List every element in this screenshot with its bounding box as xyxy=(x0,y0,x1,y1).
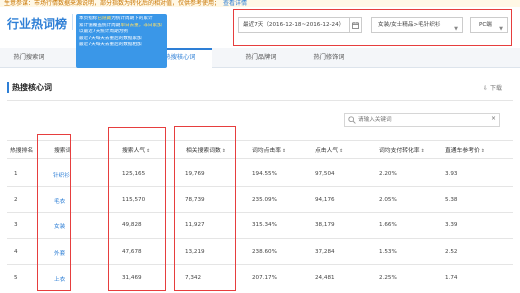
cell-price: 1.74 xyxy=(445,275,458,281)
section-divider xyxy=(7,100,513,101)
cell-rank: 5 xyxy=(14,275,18,281)
tooltip-line: 最近7天每天去重后的数据相加 xyxy=(79,42,142,47)
cell-rank: 3 xyxy=(14,222,18,228)
cell-conversion: 2.05% xyxy=(379,197,397,203)
col-header-conversion[interactable]: 词均支付转化率⇕ xyxy=(379,145,424,154)
notice-text: 生意参谋：市场行情数据来源说明，部分指数为转化后的相对值，仅供参考使用； xyxy=(4,0,221,7)
cell-conversion: 2.20% xyxy=(379,171,397,177)
col-header-word: 搜索词 xyxy=(54,148,72,154)
cell-price: 3.39 xyxy=(445,222,458,228)
cell-price: 5.38 xyxy=(445,197,458,203)
page-title: 行业热词榜 xyxy=(7,17,68,31)
cell-word[interactable]: 女装 xyxy=(54,222,65,230)
cell-ctr: 194.55% xyxy=(252,171,277,177)
cell-conversion: 1.66% xyxy=(379,222,397,228)
col-header-popularity[interactable]: 搜索人气⇕ xyxy=(122,145,150,154)
cell-price: 2.52 xyxy=(445,249,458,255)
cell-conversion: 2.25% xyxy=(379,275,397,281)
tab-hot-brand[interactable]: 热门品牌词 xyxy=(232,48,290,68)
cell-click-pop: 94,176 xyxy=(315,197,335,203)
section-title: 热搜核心词 xyxy=(12,83,52,92)
section-accent xyxy=(7,82,9,93)
cell-price: 3.93 xyxy=(445,171,458,177)
category-select[interactable]: 女装/女士精品>毛针织衫 ▼ xyxy=(371,17,463,33)
cell-rank: 1 xyxy=(14,171,18,177)
sort-icon: ⇕ xyxy=(146,149,150,154)
cell-rank: 2 xyxy=(14,197,18,203)
info-tooltip: 本页指标已隐藏为统计周期下的累计 累计值覆盖统计周期单日去重，非日累加 以最近7… xyxy=(76,14,167,68)
notice-link[interactable]: 查看详情 xyxy=(223,0,247,7)
tab-hot-search[interactable]: 热门搜索词 xyxy=(0,48,58,68)
sort-icon: ⇕ xyxy=(221,149,226,154)
cell-conversion: 1.53% xyxy=(379,249,397,255)
cell-popularity: 47,678 xyxy=(122,249,142,255)
cell-word[interactable]: 毛衣 xyxy=(54,197,65,205)
keyword-search[interactable]: × xyxy=(344,113,500,127)
cell-rank: 4 xyxy=(14,249,18,255)
row-divider xyxy=(7,238,513,239)
sort-icon: ⇕ xyxy=(339,149,343,154)
col-header-related[interactable]: 相关搜索词数⇕ xyxy=(186,145,226,154)
title-divider xyxy=(72,14,73,30)
search-icon xyxy=(348,116,356,126)
cell-click-pop: 37,284 xyxy=(315,249,335,255)
cell-ctr: 235.09% xyxy=(252,197,277,203)
tab-hot-modifier[interactable]: 热门修饰词 xyxy=(300,48,358,68)
cell-click-pop: 97,504 xyxy=(315,171,335,177)
col-header-rank: 热搜排名 xyxy=(10,148,34,154)
calendar-icon[interactable] xyxy=(350,17,362,33)
device-select[interactable]: PC端 ▼ xyxy=(470,17,508,33)
cell-related: 11,927 xyxy=(185,222,205,228)
table-top-border xyxy=(7,140,513,141)
search-input[interactable] xyxy=(358,114,490,126)
download-icon: ⇩ xyxy=(483,85,489,92)
download-button[interactable]: ⇩ 下载 xyxy=(483,83,502,92)
cell-click-pop: 38,179 xyxy=(315,222,335,228)
cell-word[interactable]: 针织衫 xyxy=(53,171,70,179)
cell-related: 78,739 xyxy=(185,197,205,203)
col-header-click-pop[interactable]: 点击人气⇕ xyxy=(315,145,343,154)
cell-ctr: 207.17% xyxy=(252,275,277,281)
cell-related: 7,342 xyxy=(185,275,202,281)
sort-icon: ⇕ xyxy=(480,149,485,154)
header-bottom-border xyxy=(7,158,513,159)
row-divider xyxy=(7,212,513,213)
cell-ctr: 238.60% xyxy=(252,249,277,255)
category-value: 女装/女士精品>毛针织衫 xyxy=(378,22,441,28)
notice-bar: 生意参谋：市场行情数据来源说明，部分指数为转化后的相对值，仅供参考使用； 查看详情 xyxy=(0,0,520,7)
device-value: PC端 xyxy=(479,22,492,28)
date-range-select[interactable]: 最近7天（2016-12-18~2016-12-24） xyxy=(238,17,350,33)
col-header-ctr[interactable]: 词均点击率⇕ xyxy=(252,145,286,154)
row-divider xyxy=(7,264,513,265)
cell-popularity: 115,570 xyxy=(122,197,146,203)
cell-click-pop: 24,481 xyxy=(315,275,335,281)
cell-word[interactable]: 上衣 xyxy=(54,275,65,283)
cell-popularity: 31,469 xyxy=(122,275,142,281)
cell-related: 13,219 xyxy=(185,249,205,255)
sort-icon: ⇕ xyxy=(282,149,286,154)
cell-popularity: 125,165 xyxy=(122,171,146,177)
cell-popularity: 49,828 xyxy=(122,222,142,228)
clear-icon[interactable]: × xyxy=(491,115,496,122)
sort-icon: ⇕ xyxy=(420,149,425,154)
cell-word[interactable]: 外套 xyxy=(54,249,65,257)
chevron-down-icon: ▼ xyxy=(454,26,458,32)
chevron-down-icon: ▼ xyxy=(499,26,503,32)
row-divider xyxy=(7,186,513,187)
col-header-price[interactable]: 直通车参考价⇕ xyxy=(445,145,485,154)
cell-related: 19,769 xyxy=(185,171,205,177)
cell-ctr: 315.34% xyxy=(252,222,277,228)
download-label: 下载 xyxy=(489,85,502,92)
